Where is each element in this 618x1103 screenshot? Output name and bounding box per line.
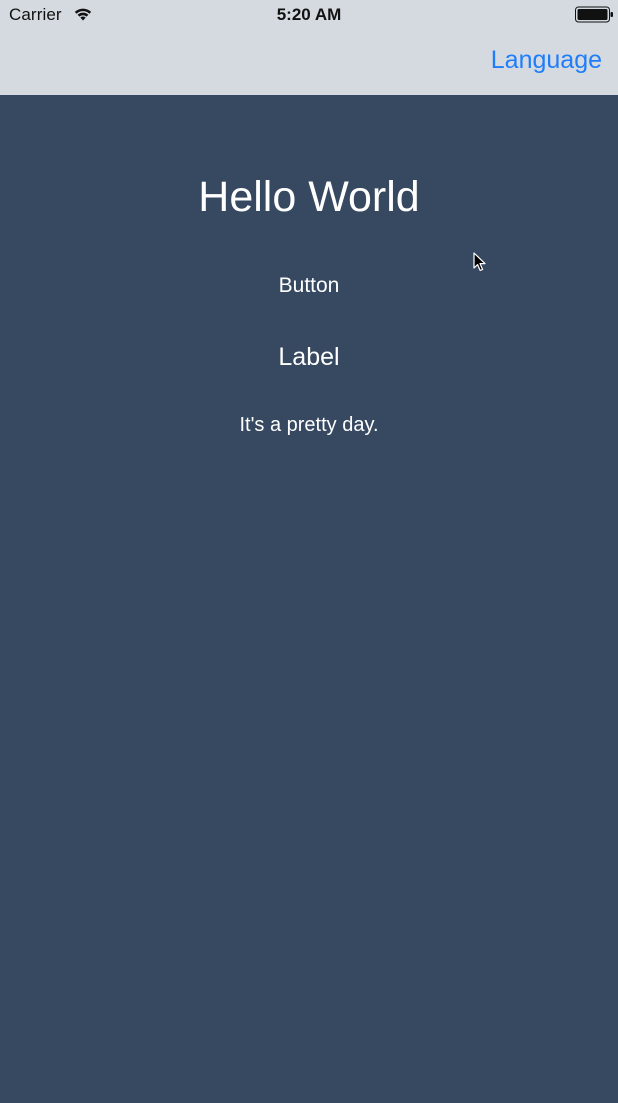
page-title: Hello World: [198, 173, 420, 221]
label-text: Label: [278, 343, 340, 371]
subtitle-text: It's a pretty day.: [239, 414, 379, 436]
language-button[interactable]: Language: [491, 46, 602, 75]
main-content: Hello World Button Label It's a pretty d…: [0, 95, 618, 1103]
mouse-cursor-icon: [473, 252, 486, 272]
navigation-bar: Carrier 5:20 AM Language: [0, 0, 618, 95]
battery-icon: [575, 6, 613, 23]
status-time: 5:20 AM: [276, 5, 342, 24]
app-screen: Carrier 5:20 AM Language Hello World But…: [0, 0, 618, 1103]
main-button[interactable]: Button: [229, 268, 389, 304]
